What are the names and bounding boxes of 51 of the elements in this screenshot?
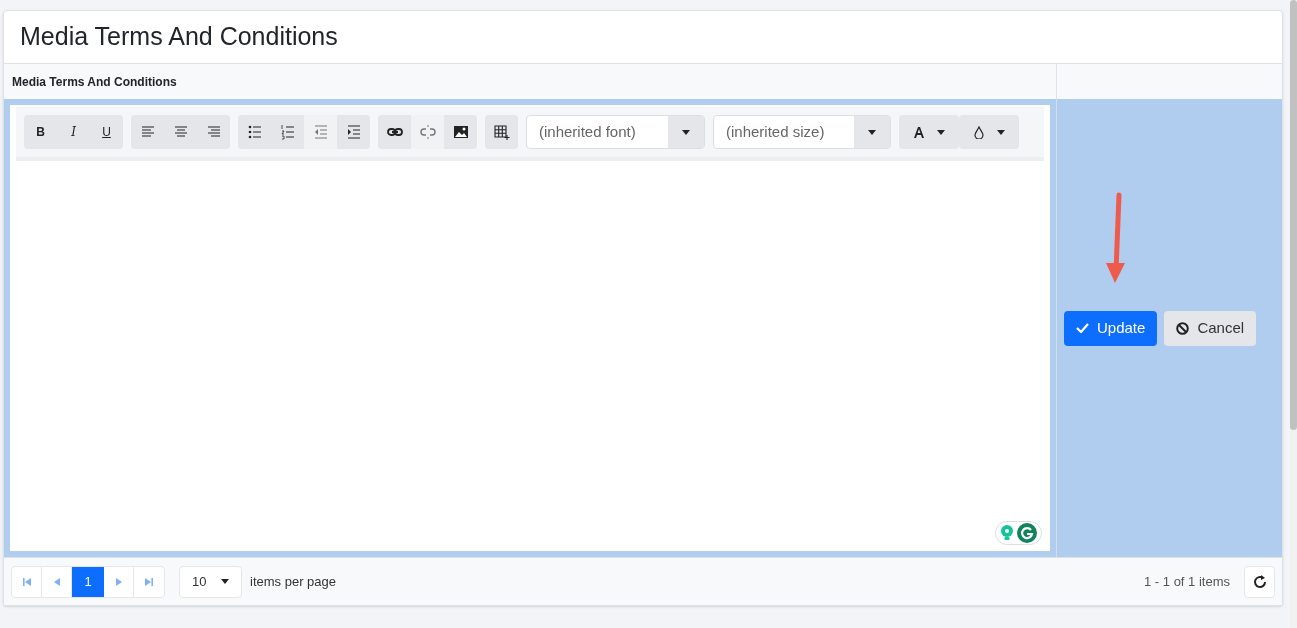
bullet-list-button[interactable] [238,115,271,149]
link-button[interactable] [378,115,411,149]
checkmark-icon [1076,323,1089,333]
caret-icon [996,129,1005,135]
refresh-icon [1252,574,1267,589]
page-button[interactable]: 1 [72,566,104,597]
align-right-button[interactable] [197,115,230,149]
underline-button[interactable]: U [90,115,123,149]
numbered-list-button[interactable] [271,115,304,149]
size-dropdown[interactable]: (inherited size) [713,115,891,149]
broken-link-icon [419,124,436,140]
numbered-list-icon [279,124,296,140]
rich-text-editor[interactable]: B I U (inherited font) (inherited size) [10,105,1050,551]
indent-icon [345,124,362,140]
page-size-dropdown[interactable]: 10 [179,565,242,598]
previous-page-icon [52,577,61,586]
bold-button[interactable]: B [24,115,57,149]
update-button[interactable]: Update [1064,310,1158,346]
last-page-icon [145,577,153,586]
scrollbar[interactable] [1290,0,1297,628]
letter-g-icon [1017,523,1037,543]
page-size-label: items per page [250,572,336,591]
grammar-assistant-badge[interactable] [995,521,1042,545]
image-icon [452,124,469,140]
align-left-button[interactable] [131,115,164,149]
text-color-button[interactable] [899,115,959,149]
caret-icon [682,129,690,135]
table-button[interactable] [485,115,518,149]
cancel-button[interactable]: Cancel [1164,310,1257,346]
caret-icon [936,129,945,135]
caret-icon [221,579,229,584]
caret-icon [868,129,876,135]
first-page-icon [22,577,31,586]
font-dropdown[interactable]: (inherited font) [526,115,705,149]
italic-button[interactable]: I [57,115,90,149]
letter-a-icon [913,126,924,138]
bullet-list-icon [246,124,263,140]
next-page-icon [114,577,123,586]
refresh-button[interactable] [1244,565,1275,598]
align-center-icon [172,124,189,140]
outdent-icon [312,124,329,140]
align-right-icon [205,124,222,140]
droplet-icon [973,125,984,139]
prohibited-icon [1176,321,1190,335]
image-button[interactable] [444,115,477,149]
table-icon [493,124,510,140]
align-left-icon [139,124,156,140]
page-title: Media Terms And Conditions [19,21,339,53]
pager-summary: 1 - 1 of 1 items [1144,572,1230,591]
lightbulb-icon [1000,525,1014,541]
indent-button[interactable] [337,115,370,149]
